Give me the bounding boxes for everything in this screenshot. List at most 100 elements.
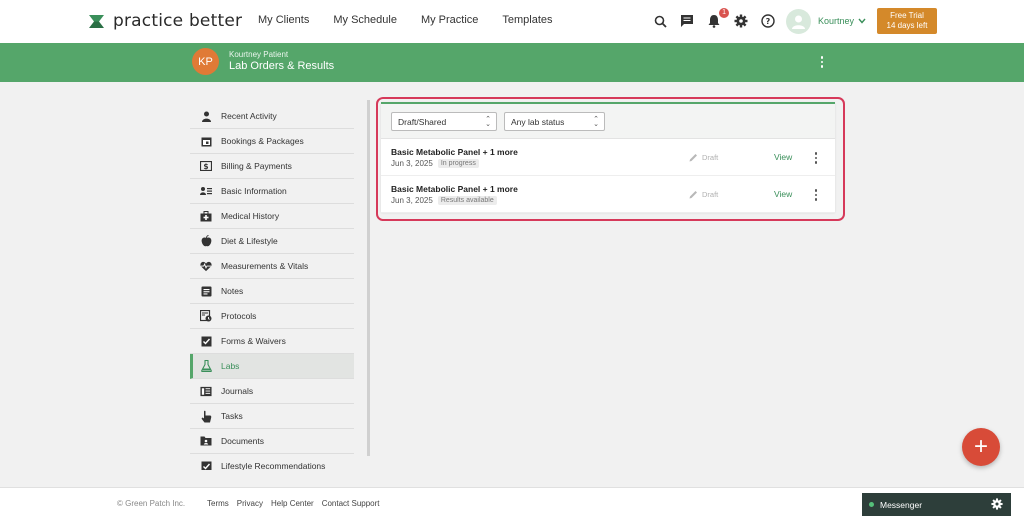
pencil-icon	[689, 191, 697, 199]
folder-icon	[200, 435, 212, 447]
lab-date-line: Jun 3, 2025 Results available	[391, 196, 497, 205]
sidebar-item-label: Forms & Waivers	[221, 336, 286, 346]
sidebar-item-label: Journals	[221, 386, 254, 396]
trial-label: Free Trial	[890, 11, 924, 20]
draft-label: Draft	[702, 153, 719, 162]
search-icon[interactable]	[651, 12, 669, 30]
nav-templates[interactable]: Templates	[502, 14, 552, 26]
notification-badge: 1	[719, 8, 729, 18]
user-avatar[interactable]	[786, 9, 811, 34]
lab-status-value: Any lab status	[511, 116, 565, 127]
logo-icon	[89, 14, 104, 28]
messenger-label: Messenger	[880, 499, 923, 510]
logo[interactable]: practice better	[88, 11, 242, 31]
sidebar-item-medical-history[interactable]: Medical History	[190, 204, 354, 229]
select-chevron-icon: ⌃ ⌄	[593, 116, 599, 128]
user-menu[interactable]: Kourtney	[818, 16, 866, 26]
sidebar-item-label: Labs	[221, 361, 240, 371]
draft-indicator: Draft	[689, 153, 718, 162]
draft-label: Draft	[702, 190, 719, 199]
sidebar-item-bookings[interactable]: Bookings & Packages	[190, 129, 354, 154]
patient-name[interactable]: Kourtney Patient	[229, 50, 288, 59]
footer-link-help-center[interactable]: Help Center	[271, 499, 314, 508]
lab-status-select[interactable]: Any lab status ⌃ ⌄	[504, 112, 605, 131]
sidebar-item-label: Recent Activity	[221, 111, 277, 121]
sidebar-item-diet-lifestyle[interactable]: Diet & Lifestyle	[190, 229, 354, 254]
user-name: Kourtney	[818, 16, 855, 26]
footer-link-privacy[interactable]: Privacy	[237, 499, 263, 508]
nav-my-schedule[interactable]: My Schedule	[333, 14, 397, 26]
sidebar-item-label: Billing & Payments	[221, 161, 292, 171]
calendar-icon	[200, 135, 212, 147]
trial-days-left: 14 days left	[886, 21, 928, 30]
messenger-bar[interactable]: Messenger	[862, 493, 1011, 516]
copyright: © Green Patch Inc.	[117, 499, 186, 508]
sidebar-item-recent-activity[interactable]: Recent Activity	[190, 104, 354, 129]
sidebar-item-label: Medical History	[221, 211, 280, 221]
sidebar-item-label: Measurements & Vitals	[221, 261, 309, 271]
table-row[interactable]: Basic Metabolic Panel + 1 more Jun 3, 20…	[381, 139, 835, 176]
dollar-icon: $	[200, 160, 212, 172]
nav-my-practice[interactable]: My Practice	[421, 14, 478, 26]
sidebar-item-label: Protocols	[221, 311, 257, 321]
logo-text: practice better	[113, 11, 243, 31]
help-icon[interactable]: ?	[759, 12, 777, 30]
heartbeat-icon	[200, 260, 212, 272]
pencil-icon	[689, 154, 697, 162]
chat-icon[interactable]	[678, 12, 696, 30]
lab-title[interactable]: Basic Metabolic Panel + 1 more	[391, 147, 518, 157]
svg-text:?: ?	[766, 17, 771, 26]
view-button[interactable]: View	[774, 152, 792, 162]
apple-icon	[200, 235, 212, 247]
sidebar-item-basic-information[interactable]: Basic Information	[190, 179, 354, 204]
patient-header: KP Kourtney Patient Lab Orders & Results	[0, 43, 1024, 82]
row-more-icon[interactable]	[811, 151, 821, 165]
draft-shared-select[interactable]: Draft/Shared ⌃ ⌄	[391, 112, 497, 131]
view-button[interactable]: View	[774, 189, 792, 199]
sidebar-item-protocols[interactable]: Protocols	[190, 304, 354, 329]
svg-text:$: $	[203, 162, 208, 171]
sidebar-item-label: Notes	[221, 286, 244, 296]
top-navigation: practice better My Clients My Schedule M…	[0, 0, 1024, 43]
sidebar-item-labs[interactable]: Labs	[190, 354, 354, 379]
sidebar-item-lifestyle-recommendations[interactable]: Lifestyle Recommendations	[190, 454, 354, 470]
lab-orders-card: Draft/Shared ⌃ ⌄ Any lab status ⌃ ⌄ Basic …	[381, 102, 835, 213]
sidebar-scrollbar[interactable]	[367, 100, 370, 456]
contact-icon	[200, 185, 212, 197]
table-row[interactable]: Basic Metabolic Panel + 1 more Jun 3, 20…	[381, 176, 835, 213]
footer-links: Terms Privacy Help Center Contact Suppor…	[207, 499, 380, 508]
hand-icon	[200, 410, 212, 422]
online-status-icon	[869, 502, 874, 507]
protocol-icon	[200, 310, 212, 322]
footer-link-terms[interactable]: Terms	[207, 499, 229, 508]
draft-shared-value: Draft/Shared	[398, 116, 447, 127]
main-nav: My Clients My Schedule My Practice Templ…	[258, 14, 553, 26]
lab-title[interactable]: Basic Metabolic Panel + 1 more	[391, 184, 518, 194]
sidebar-item-forms-waivers[interactable]: Forms & Waivers	[190, 329, 354, 354]
bell-icon[interactable]: 1	[705, 8, 729, 30]
sidebar-item-journals[interactable]: Journals	[190, 379, 354, 404]
sidebar-item-label: Tasks	[221, 411, 243, 421]
status-badge: Results available	[437, 196, 497, 205]
draft-indicator: Draft	[689, 190, 718, 199]
more-options-icon[interactable]	[815, 55, 829, 69]
status-badge: In progress	[437, 159, 479, 168]
gear-icon[interactable]	[732, 12, 750, 30]
add-button[interactable]: +	[962, 428, 1000, 466]
sidebar-item-documents[interactable]: Documents	[190, 429, 354, 454]
footer-link-contact-support[interactable]: Contact Support	[322, 499, 380, 508]
sidebar-item-measurements[interactable]: Measurements & Vitals	[190, 254, 354, 279]
sidebar-item-tasks[interactable]: Tasks	[190, 404, 354, 429]
nav-my-clients[interactable]: My Clients	[258, 14, 309, 26]
chevron-down-icon	[858, 18, 866, 24]
sidebar-item-label: Bookings & Packages	[221, 136, 304, 146]
page-title: Lab Orders & Results	[229, 60, 335, 72]
lab-date-line: Jun 3, 2025 In progress	[391, 159, 479, 168]
free-trial-button[interactable]: Free Trial 14 days left	[877, 8, 937, 34]
select-chevron-icon: ⌃ ⌄	[485, 116, 491, 128]
sidebar-item-billing[interactable]: $ Billing & Payments	[190, 154, 354, 179]
row-more-icon[interactable]	[811, 188, 821, 202]
sidebar-item-notes[interactable]: Notes	[190, 279, 354, 304]
patient-avatar: KP	[192, 48, 219, 75]
gear-icon[interactable]	[991, 498, 1003, 510]
